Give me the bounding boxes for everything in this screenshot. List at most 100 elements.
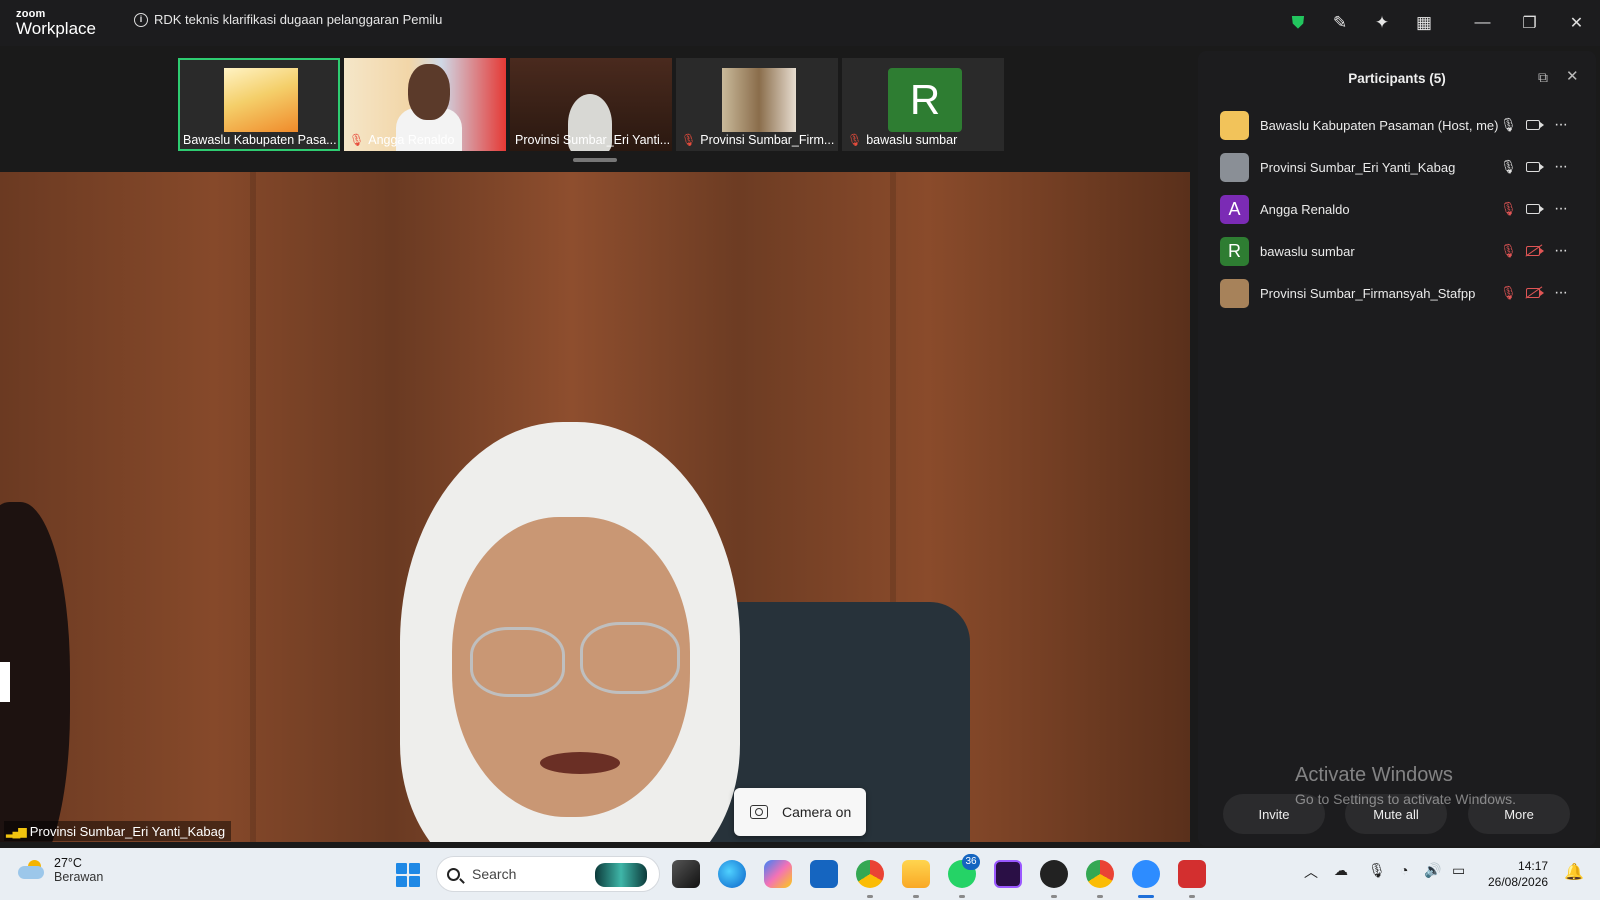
battery-icon[interactable]: ▭ <box>1452 862 1465 879</box>
participant-row[interactable]: Bawaslu Kabupaten Pasaman (Host, me) 🎙 ·… <box>1198 104 1596 146</box>
ai-sparkle-icon[interactable]: ✦ <box>1361 0 1403 46</box>
camera-on-label: Camera on <box>782 804 852 820</box>
thumbnail-name: bawaslu sumbar <box>866 133 958 147</box>
close-icon[interactable]: ✕ <box>1566 67 1579 85</box>
video-thumbnail[interactable]: R 🎙 bawaslu sumbar <box>842 58 1004 151</box>
volume-icon[interactable]: 🔊 <box>1424 862 1441 879</box>
mic-icon[interactable]: 🎙 <box>1500 159 1517 175</box>
mic-muted-icon[interactable]: 🎙 <box>1500 201 1517 217</box>
thumbnail-name: Angga Renaldo <box>368 133 455 147</box>
meeting-info[interactable]: i RDK teknis klarifikasi dugaan pelangga… <box>134 12 442 27</box>
chevron-up-icon[interactable]: ︿ <box>1304 862 1318 882</box>
mic-muted-icon[interactable]: 🎙 <box>1500 285 1517 301</box>
video-thumbnail-strip: Bawaslu Kabupaten Pasa... 🎙 Angga Renaldo… <box>0 46 1190 172</box>
onedrive-icon[interactable]: ☁ <box>1334 862 1348 879</box>
info-icon[interactable]: i <box>134 12 148 27</box>
wifi-icon[interactable]: ◔ <box>1400 862 1408 878</box>
wps-office-icon[interactable] <box>1178 860 1206 888</box>
avatar: A <box>1220 194 1249 224</box>
task-view-icon[interactable] <box>672 860 700 888</box>
premiere-pro-icon[interactable] <box>994 860 1022 888</box>
participants-panel: Participants (5) ⧉ ✕ Bawaslu Kabupaten P… <box>1198 51 1596 846</box>
main-speaker-video[interactable] <box>0 172 1190 842</box>
search-icon <box>447 867 460 881</box>
chrome-icon[interactable] <box>856 860 884 888</box>
thumbnail-name: Bawaslu Kabupaten Pasa... <box>183 133 337 147</box>
copilot-icon[interactable] <box>764 860 792 888</box>
minimize-button[interactable]: — <box>1459 0 1506 46</box>
speaker-name: Provinsi Sumbar_Eri Yanti_Kabag <box>29 823 226 839</box>
notification-badge: 36 <box>962 854 980 870</box>
camera-on-button[interactable]: Camera on <box>734 788 866 836</box>
video-thumbnail[interactable]: 🎙 Angga Renaldo <box>344 58 506 151</box>
file-explorer-icon[interactable] <box>902 860 930 888</box>
popout-icon[interactable]: ⧉ <box>1538 69 1548 86</box>
mic-muted-icon: 🎙 <box>847 133 863 147</box>
logo-big-text: Workplace <box>16 19 96 38</box>
watermark-line1: Activate Windows <box>1295 764 1453 786</box>
participant-video <box>722 68 796 132</box>
panel-title: Participants (5) <box>1348 71 1446 86</box>
app-running-indicator <box>1097 895 1103 898</box>
more-options-icon[interactable]: ··· <box>1554 116 1568 134</box>
camera-off-icon[interactable] <box>1526 288 1544 298</box>
more-options-icon[interactable]: ··· <box>1554 158 1568 176</box>
notification-bell-icon[interactable]: 🔔 <box>1564 862 1584 882</box>
signal-strength-icon: ▂▄▆ <box>6 825 27 838</box>
camera-icon[interactable] <box>1526 204 1544 214</box>
mic-icon[interactable]: 🎙 <box>1500 117 1517 133</box>
video-thumbnail[interactable]: Provinsi Sumbar_Eri Yanti... <box>510 58 672 151</box>
shield-check-icon[interactable]: ⛊ <box>1277 0 1319 46</box>
taskbar-search[interactable]: Search <box>436 856 660 892</box>
search-placeholder: Search <box>472 866 517 882</box>
avatar <box>1220 278 1249 308</box>
participant-row[interactable]: Provinsi Sumbar_Eri Yanti_Kabag 🎙 ··· <box>1198 146 1596 188</box>
windows-start-icon[interactable] <box>396 863 420 887</box>
meeting-title: RDK teknis klarifikasi dugaan pelanggara… <box>154 12 443 27</box>
zoom-icon[interactable] <box>1132 860 1160 888</box>
microsoft-store-icon[interactable] <box>810 860 838 888</box>
taskbar: 27°C Berawan Search 36 ︿ ☁ 🎙 ◔ 🔊 ▭ 14:17… <box>0 848 1600 900</box>
more-options-icon[interactable]: ··· <box>1554 284 1568 302</box>
app-running-indicator <box>913 895 919 898</box>
avatar: R <box>1220 236 1249 266</box>
microphone-icon[interactable]: 🎙 <box>1368 862 1386 879</box>
participant-row[interactable]: A Angga Renaldo 🎙 ··· <box>1198 188 1596 230</box>
more-options-icon[interactable]: ··· <box>1554 242 1568 260</box>
avatar <box>1220 152 1249 182</box>
participant-name: bawaslu sumbar <box>1260 243 1355 259</box>
app-running-indicator <box>1189 895 1195 898</box>
chrome-profile-icon[interactable] <box>1086 860 1114 888</box>
camera-off-icon[interactable] <box>1526 246 1544 256</box>
participant-row[interactable]: R bawaslu sumbar 🎙 ··· <box>1198 230 1596 272</box>
participant-name: Provinsi Sumbar_Firmansyah_Stafpp <box>1260 285 1476 301</box>
annotate-icon[interactable]: ✎ <box>1319 0 1361 46</box>
mic-muted-icon[interactable]: 🎙 <box>1500 243 1517 259</box>
apps-grid-icon[interactable]: ▦ <box>1403 0 1445 46</box>
video-thumbnail[interactable]: 🎙 Provinsi Sumbar_Firm... <box>676 58 838 151</box>
camera-icon[interactable] <box>1526 120 1544 130</box>
restore-button[interactable]: ❐ <box>1506 0 1553 46</box>
zoom-logo: zoom Workplace <box>16 9 96 38</box>
strip-resize-handle[interactable] <box>573 158 617 162</box>
weather-widget[interactable]: 27°C Berawan <box>18 856 103 884</box>
title-bar: zoom Workplace i RDK teknis klarifikasi … <box>0 0 1600 46</box>
media-player-icon[interactable] <box>1040 860 1068 888</box>
edge-browser-icon[interactable] <box>718 860 746 888</box>
clock-date: 26/08/2026 <box>1488 875 1549 889</box>
camera-icon[interactable] <box>1526 162 1544 172</box>
video-thumbnail[interactable]: Bawaslu Kabupaten Pasa... <box>178 58 340 151</box>
search-highlight-image <box>595 863 647 887</box>
app-running-indicator <box>867 895 873 898</box>
app-running-indicator <box>959 895 965 898</box>
avatar <box>1220 110 1249 140</box>
more-options-icon[interactable]: ··· <box>1554 200 1568 218</box>
participant-name: Bawaslu Kabupaten Pasaman (Host, me) <box>1260 117 1499 133</box>
close-window-button[interactable]: ✕ <box>1553 0 1600 46</box>
app-active-indicator <box>1138 895 1154 898</box>
activate-windows-watermark: Activate Windows Go to Settings to activ… <box>1295 764 1516 807</box>
participant-row[interactable]: Provinsi Sumbar_Firmansyah_Stafpp 🎙 ··· <box>1198 272 1596 314</box>
weather-temperature: 27°C <box>54 856 82 870</box>
clock[interactable]: 14:17 26/08/2026 <box>1488 858 1548 890</box>
participant-name: Angga Renaldo <box>1260 201 1350 217</box>
